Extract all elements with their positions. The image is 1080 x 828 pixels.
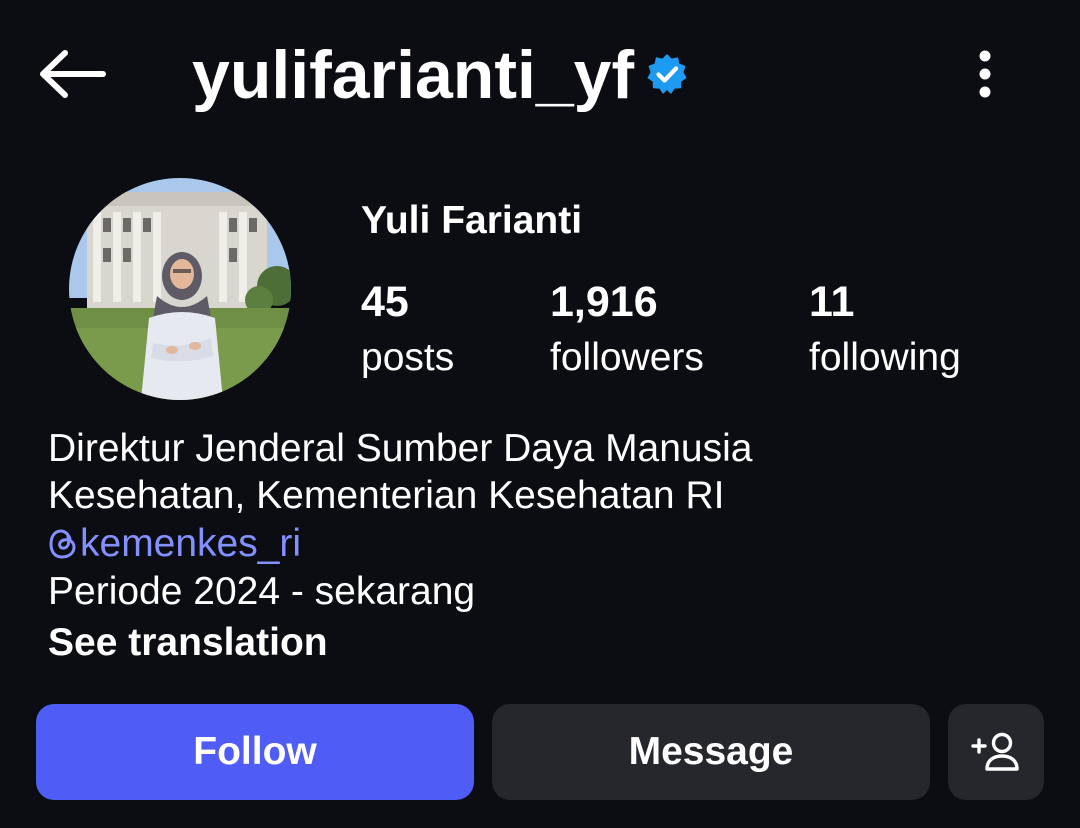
stat-posts[interactable]: 45 posts (361, 278, 454, 382)
posts-label: posts (361, 336, 455, 379)
add-person-icon (971, 732, 1019, 771)
more-vertical-icon (979, 50, 991, 98)
followers-label: followers (550, 336, 704, 379)
more-options-button[interactable] (960, 40, 1010, 108)
follow-label: Follow (193, 730, 317, 773)
followers-count: 1,916 (550, 278, 658, 326)
follow-button[interactable]: Follow (36, 704, 474, 800)
bio-line-4: Periode 2024 - sekarang (48, 570, 476, 613)
threads-icon (49, 528, 76, 559)
arrow-left-icon (40, 50, 106, 98)
message-label: Message (628, 730, 794, 773)
suggest-people-button[interactable] (948, 704, 1044, 800)
message-button[interactable]: Message (492, 704, 930, 800)
avatar-photo (69, 178, 291, 400)
threads-link[interactable]: kemenkes_ri (48, 520, 301, 567)
following-label: following (809, 336, 961, 379)
profile-display-name: Yuli Farianti (361, 199, 583, 242)
stat-followers[interactable]: 1,916 followers (550, 278, 704, 382)
threads-handle: kemenkes_ri (80, 522, 302, 565)
profile-avatar[interactable] (69, 178, 291, 400)
stat-following[interactable]: 11 following (809, 278, 961, 382)
posts-count: 45 (361, 278, 409, 326)
bio-line-1: Direktur Jenderal Sumber Daya Manusia (48, 427, 753, 470)
verified-badge-icon (647, 54, 687, 94)
profile-username: yulifarianti_yf (192, 37, 635, 113)
back-button[interactable] (30, 38, 114, 110)
see-translation-link[interactable]: See translation (48, 619, 328, 666)
bio-line-2: Kesehatan, Kementerian Kesehatan RI (48, 474, 725, 517)
following-count: 11 (809, 278, 855, 326)
